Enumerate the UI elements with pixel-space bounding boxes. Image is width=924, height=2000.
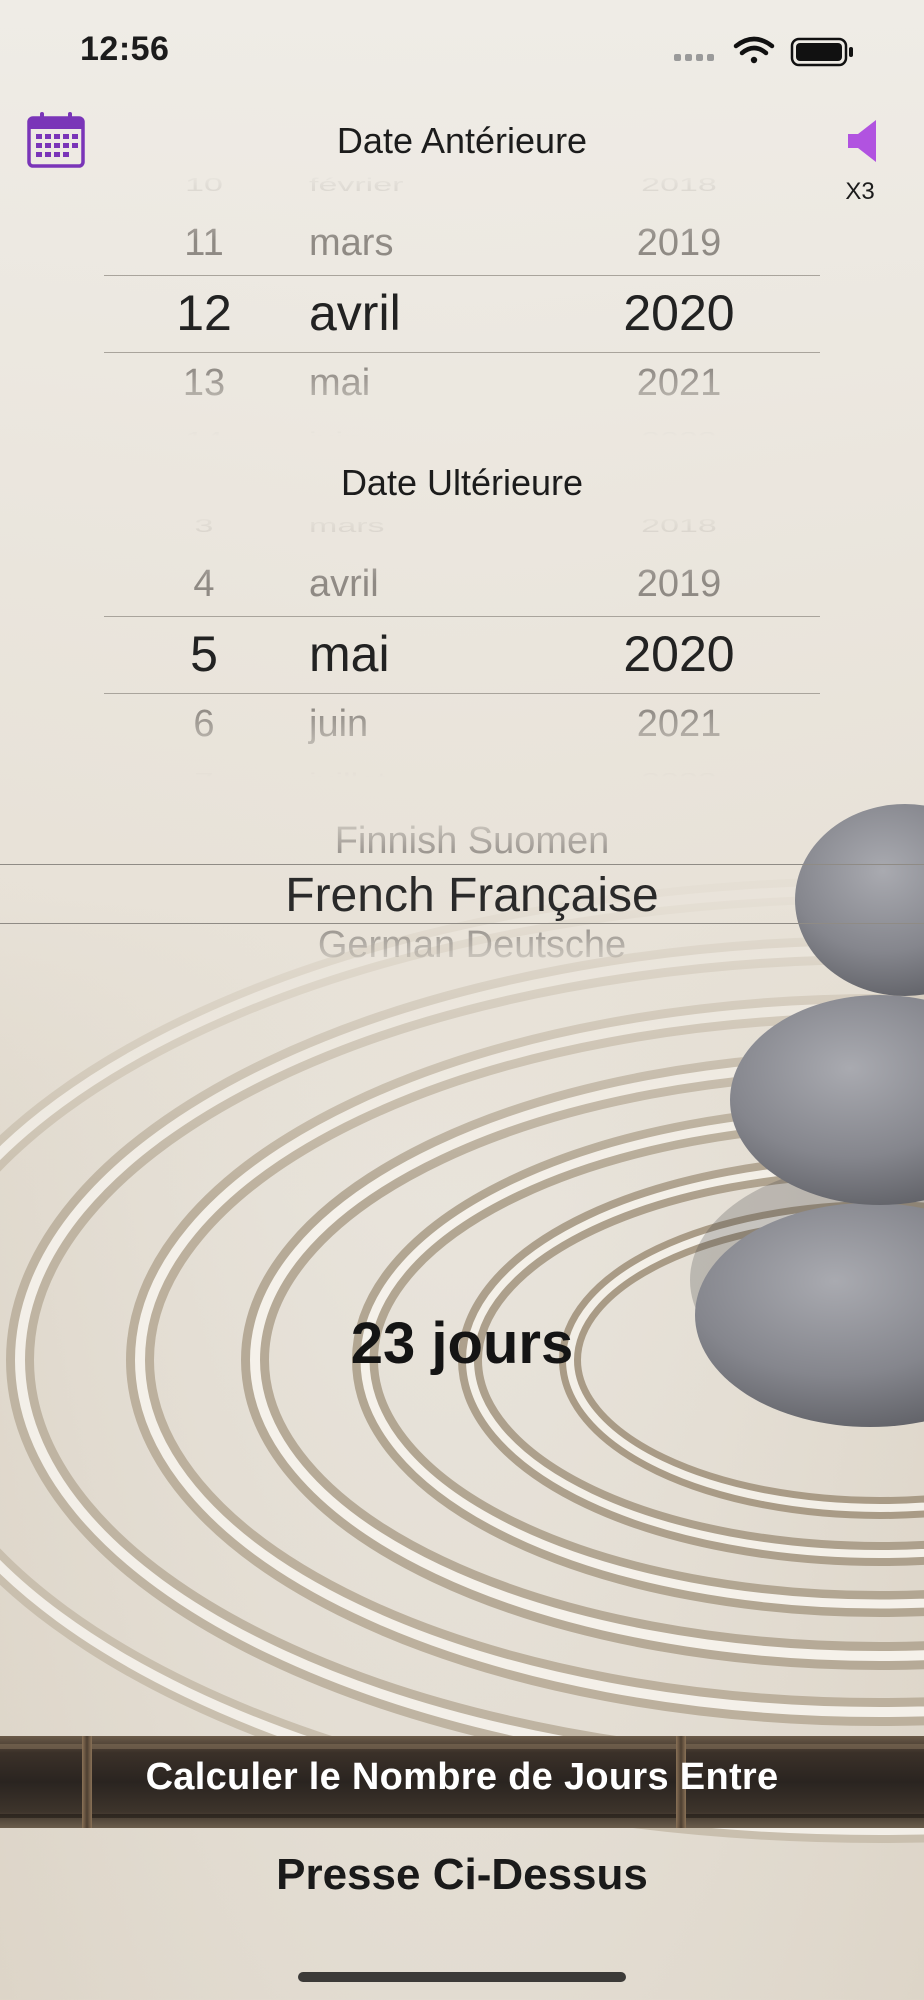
picker-row-selected[interactable]: 12 avril 2020: [104, 278, 820, 348]
month-value: février: [309, 174, 404, 196]
picker-row[interactable]: 11 mars 2019: [104, 208, 820, 278]
language-option-selected[interactable]: French Française: [0, 868, 924, 923]
wifi-icon: [733, 36, 775, 64]
language-option[interactable]: Finnish Suomen: [0, 820, 924, 863]
year-value: 2021: [636, 362, 722, 404]
earlier-date-title: Date Antérieure: [336, 120, 588, 161]
month-value: avril: [309, 285, 401, 341]
signal-icon: [674, 54, 714, 61]
month-value: juin: [309, 703, 369, 745]
day-value: 13: [182, 362, 226, 404]
picker-row[interactable]: 4 avril 2019: [104, 549, 820, 619]
calculate-button-label[interactable]: Calculer le Nombre de Jours Entre: [0, 1756, 924, 1799]
day-value: 4: [193, 563, 215, 605]
days-result: 23 jours: [350, 1311, 574, 1376]
year-value: 2020: [623, 285, 735, 341]
day-value: 5: [190, 626, 218, 682]
day-value: 11: [184, 222, 224, 264]
later-date-picker[interactable]: 3 mars 2018 4 avril 2019 5 mai 2020 6 ju…: [104, 513, 820, 790]
language-option[interactable]: German Deutsche: [0, 924, 924, 967]
status-bar: 12:56: [0, 0, 924, 100]
year-value: 2019: [636, 222, 722, 264]
day-value: 6: [193, 703, 215, 745]
year-value: 2020: [623, 626, 735, 682]
month-value: mars: [309, 222, 394, 264]
picker-row-selected[interactable]: 5 mai 2020: [104, 619, 820, 689]
month-value: mai: [309, 626, 390, 682]
year-value: 2021: [636, 703, 722, 745]
month-value: mars: [309, 515, 385, 537]
home-indicator[interactable]: [298, 1972, 626, 1982]
picker-row[interactable]: 10 février 2018: [104, 166, 820, 205]
picker-row[interactable]: 6 juin 2021: [104, 689, 820, 759]
repeat-count-label: X3: [845, 178, 875, 205]
month-value: avril: [309, 563, 379, 605]
year-value: 2019: [636, 563, 722, 605]
day-value: 10: [185, 174, 223, 196]
day-value: 12: [176, 285, 232, 341]
month-value: mai: [309, 362, 371, 404]
earlier-date-picker[interactable]: 10 février 2018 11 mars 2019 12 avril 20…: [104, 172, 820, 449]
battery-icon: [790, 37, 853, 67]
status-icons: [674, 36, 853, 67]
later-date-title: Date Ultérieure: [340, 462, 584, 503]
year-value: 2018: [641, 174, 717, 196]
day-value: 3: [194, 515, 214, 537]
picker-row[interactable]: 3 mars 2018: [104, 507, 820, 546]
instruction-text: Presse Ci-Dessus: [276, 1850, 648, 1899]
picker-row[interactable]: 13 mai 2021: [104, 348, 820, 418]
language-picker[interactable]: Finnish Suomen French Française German D…: [0, 806, 924, 976]
status-time: 12:56: [80, 30, 170, 68]
year-value: 2018: [641, 515, 717, 537]
